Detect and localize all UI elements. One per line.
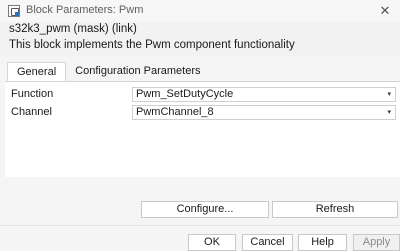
- tab-configuration-parameters[interactable]: Configuration Parameters: [66, 62, 209, 82]
- close-button[interactable]: ✕: [370, 0, 400, 22]
- mask-title: s32k3_pwm (mask) (link): [9, 23, 137, 35]
- function-value: Pwm_SetDutyCycle: [136, 88, 234, 100]
- channel-value: PwmChannel_8: [136, 106, 214, 118]
- channel-label: Channel: [11, 106, 52, 118]
- mask-description: This block implements the Pwm component …: [9, 39, 295, 51]
- chevron-down-icon: ▾: [387, 109, 391, 116]
- title-bar: Block Parameters: Pwm ✕: [0, 0, 400, 22]
- parameters-panel: General Configuration Parameters Functio…: [0, 56, 400, 251]
- tab-content: Function Pwm_SetDutyCycle ▾ Channel PwmC…: [5, 81, 400, 177]
- mask-header: s32k3_pwm (mask) (link) This block imple…: [0, 22, 400, 56]
- refresh-button[interactable]: Refresh: [272, 201, 398, 218]
- ok-button[interactable]: OK: [188, 234, 236, 251]
- block-parameters-icon: [8, 5, 20, 17]
- tab-general[interactable]: General: [7, 62, 67, 82]
- divider: [0, 225, 400, 226]
- window-title: Block Parameters: Pwm: [26, 4, 144, 16]
- function-dropdown[interactable]: Pwm_SetDutyCycle ▾: [132, 87, 396, 102]
- apply-button[interactable]: Apply: [353, 234, 400, 251]
- function-label: Function: [11, 88, 54, 100]
- channel-dropdown[interactable]: PwmChannel_8 ▾: [132, 105, 396, 120]
- configure-button[interactable]: Configure...: [141, 201, 269, 218]
- chevron-down-icon: ▾: [387, 91, 391, 98]
- help-button[interactable]: Help: [298, 234, 347, 251]
- cancel-button[interactable]: Cancel: [242, 234, 293, 251]
- tab-bar: General Configuration Parameters: [7, 62, 209, 82]
